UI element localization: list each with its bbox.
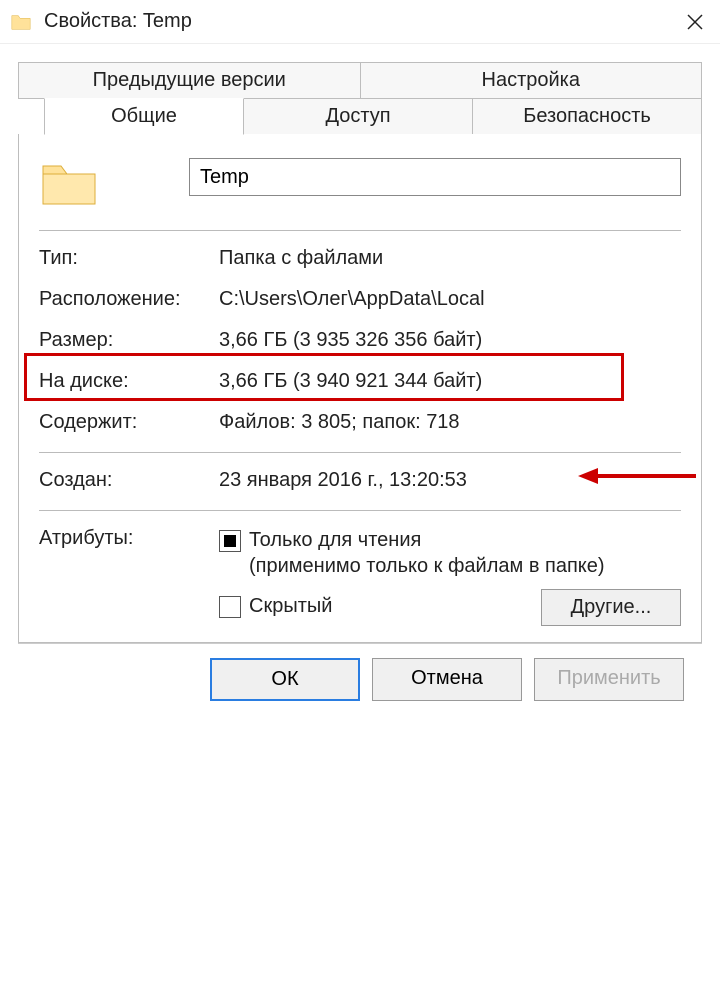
tab-security[interactable]: Безопасность — [473, 98, 702, 135]
advanced-button[interactable]: Другие... — [541, 589, 681, 626]
size-on-disk-row: На диске: 3,66 ГБ (3 940 921 344 байт) — [39, 370, 681, 393]
tab-previous-versions[interactable]: Предыдущие версии — [18, 62, 361, 99]
tab-row-top: Предыдущие версии Настройка — [18, 62, 702, 99]
readonly-checkbox[interactable] — [219, 530, 241, 552]
type-label: Тип: — [39, 247, 219, 270]
location-value: C:\Users\Олег\AppData\Local — [219, 288, 681, 311]
tab-sharing[interactable]: Доступ — [244, 98, 473, 135]
separator — [39, 230, 681, 231]
folder-icon-large — [39, 158, 99, 210]
folder-icon — [10, 11, 32, 33]
close-icon — [686, 13, 704, 31]
created-value: 23 января 2016 г., 13:20:53 — [219, 469, 681, 492]
attributes-section: Атрибуты: Только для чтения (применимо т… — [39, 527, 681, 626]
readonly-label: Только для чтения (применимо только к фа… — [249, 527, 681, 579]
tab-row-bottom: Общие Доступ Безопасность — [18, 98, 702, 135]
size-label: Размер: — [39, 329, 219, 352]
attributes-label: Атрибуты: — [39, 527, 219, 626]
contains-row: Содержит: Файлов: 3 805; папок: 718 — [39, 411, 681, 434]
size-on-disk-label: На диске: — [39, 370, 219, 393]
attributes-controls: Только для чтения (применимо только к фа… — [219, 527, 681, 626]
type-row: Тип: Папка с файлами — [39, 247, 681, 270]
properties-dialog: Свойства: Temp Предыдущие версии Настрой… — [0, 0, 720, 992]
window-title: Свойства: Temp — [44, 10, 670, 33]
tab-general-panel: Тип: Папка с файлами Расположение: C:\Us… — [18, 134, 702, 643]
titlebar: Свойства: Temp — [0, 0, 720, 44]
type-value: Папка с файлами — [219, 247, 681, 270]
folder-name-row — [39, 158, 681, 210]
created-label: Создан: — [39, 469, 219, 492]
ok-button[interactable]: ОК — [210, 658, 360, 701]
size-value: 3,66 ГБ (3 935 326 356 байт) — [219, 329, 681, 352]
separator — [39, 510, 681, 511]
tab-panel-wrap: Тип: Папка с файлами Расположение: C:\Us… — [18, 135, 702, 643]
readonly-checkbox-row: Только для чтения (применимо только к фа… — [219, 527, 681, 579]
created-row: Создан: 23 января 2016 г., 13:20:53 — [39, 469, 681, 492]
cancel-button[interactable]: Отмена — [372, 658, 522, 701]
location-label: Расположение: — [39, 288, 219, 311]
dialog-body: Предыдущие версии Настройка Общие Доступ… — [0, 44, 720, 992]
close-button[interactable] — [670, 0, 720, 44]
tab-customize[interactable]: Настройка — [361, 62, 703, 99]
location-row: Расположение: C:\Users\Олег\AppData\Loca… — [39, 288, 681, 311]
contains-label: Содержит: — [39, 411, 219, 434]
contains-value: Файлов: 3 805; папок: 718 — [219, 411, 681, 434]
apply-button[interactable]: Применить — [534, 658, 684, 701]
tab-general[interactable]: Общие — [44, 98, 244, 135]
folder-name-input[interactable] — [189, 158, 681, 196]
hidden-checkbox[interactable] — [219, 596, 241, 618]
size-on-disk-value: 3,66 ГБ (3 940 921 344 байт) — [219, 370, 681, 393]
separator — [39, 452, 681, 453]
size-row: Размер: 3,66 ГБ (3 935 326 356 байт) — [39, 329, 681, 352]
dialog-footer: ОК Отмена Применить — [18, 643, 702, 715]
